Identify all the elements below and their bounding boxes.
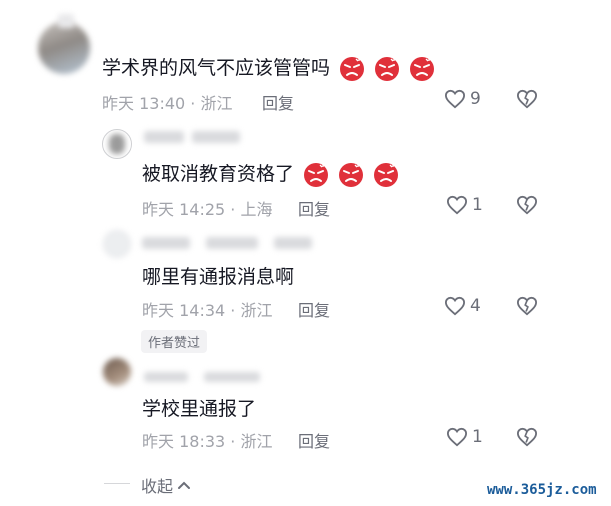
reply-button[interactable]: 回复 (298, 428, 330, 452)
reply-button[interactable]: 回复 (298, 297, 330, 321)
avatar[interactable] (38, 22, 90, 74)
like-count: 4 (470, 296, 481, 316)
dislike-button[interactable] (516, 195, 538, 219)
like-button[interactable]: 9 (444, 89, 481, 109)
avatar-decoration (58, 14, 74, 28)
angry-face-emoji (370, 162, 399, 187)
heart-outline-icon (446, 195, 468, 215)
comment-text: 学校里通报了 (142, 398, 257, 420)
heart-outline-icon (444, 296, 466, 316)
broken-heart-icon (516, 89, 538, 109)
watermark: www.365jz.com (487, 482, 597, 498)
avatar[interactable] (102, 129, 132, 159)
broken-heart-icon (516, 427, 538, 447)
angry-face-emoji (335, 162, 370, 187)
username[interactable] (144, 372, 188, 382)
avatar[interactable] (103, 230, 131, 258)
username[interactable] (144, 131, 184, 143)
reply-button[interactable]: 回复 (298, 196, 330, 220)
username (192, 131, 240, 143)
comment-text: 被取消教育资格了 (142, 159, 399, 188)
chevron-up-icon (178, 481, 191, 489)
angry-face-emoji (336, 56, 371, 81)
like-button[interactable]: 1 (446, 195, 483, 215)
comment-meta: 昨天 14:25 · 上海 (142, 200, 273, 219)
username (206, 237, 258, 249)
comment-meta: 昨天 18:33 · 浙江 (142, 432, 273, 451)
angry-face-emoji (300, 162, 335, 187)
author-liked-badge: 作者赞过 (141, 330, 208, 353)
like-button[interactable]: 4 (444, 296, 481, 316)
comment-meta: 昨天 13:40 · 浙江 (102, 94, 233, 113)
collapse-label: 收起 (141, 477, 174, 496)
heart-outline-icon (446, 427, 468, 447)
like-count: 1 (472, 195, 483, 215)
angry-face-emoji (406, 56, 435, 81)
reply-button[interactable]: 回复 (262, 90, 294, 114)
dislike-button[interactable] (516, 296, 538, 320)
dislike-button[interactable] (516, 89, 538, 113)
collapse-divider (104, 483, 130, 484)
like-count: 9 (470, 89, 481, 109)
username (204, 372, 260, 382)
username[interactable] (142, 237, 190, 249)
broken-heart-icon (516, 296, 538, 316)
collapse-button[interactable]: 收起 (141, 473, 191, 497)
avatar[interactable] (103, 358, 131, 386)
like-count: 1 (472, 427, 483, 447)
heart-outline-icon (444, 89, 466, 109)
comment-text: 哪里有通报消息啊 (142, 266, 295, 288)
comment-text: 学术界的风气不应该管管吗 (102, 53, 435, 82)
angry-face-emoji (371, 56, 406, 81)
broken-heart-icon (516, 195, 538, 215)
comment-meta: 昨天 14:34 · 浙江 (142, 301, 273, 320)
username (274, 237, 312, 249)
like-button[interactable]: 1 (446, 427, 483, 447)
dislike-button[interactable] (516, 427, 538, 451)
